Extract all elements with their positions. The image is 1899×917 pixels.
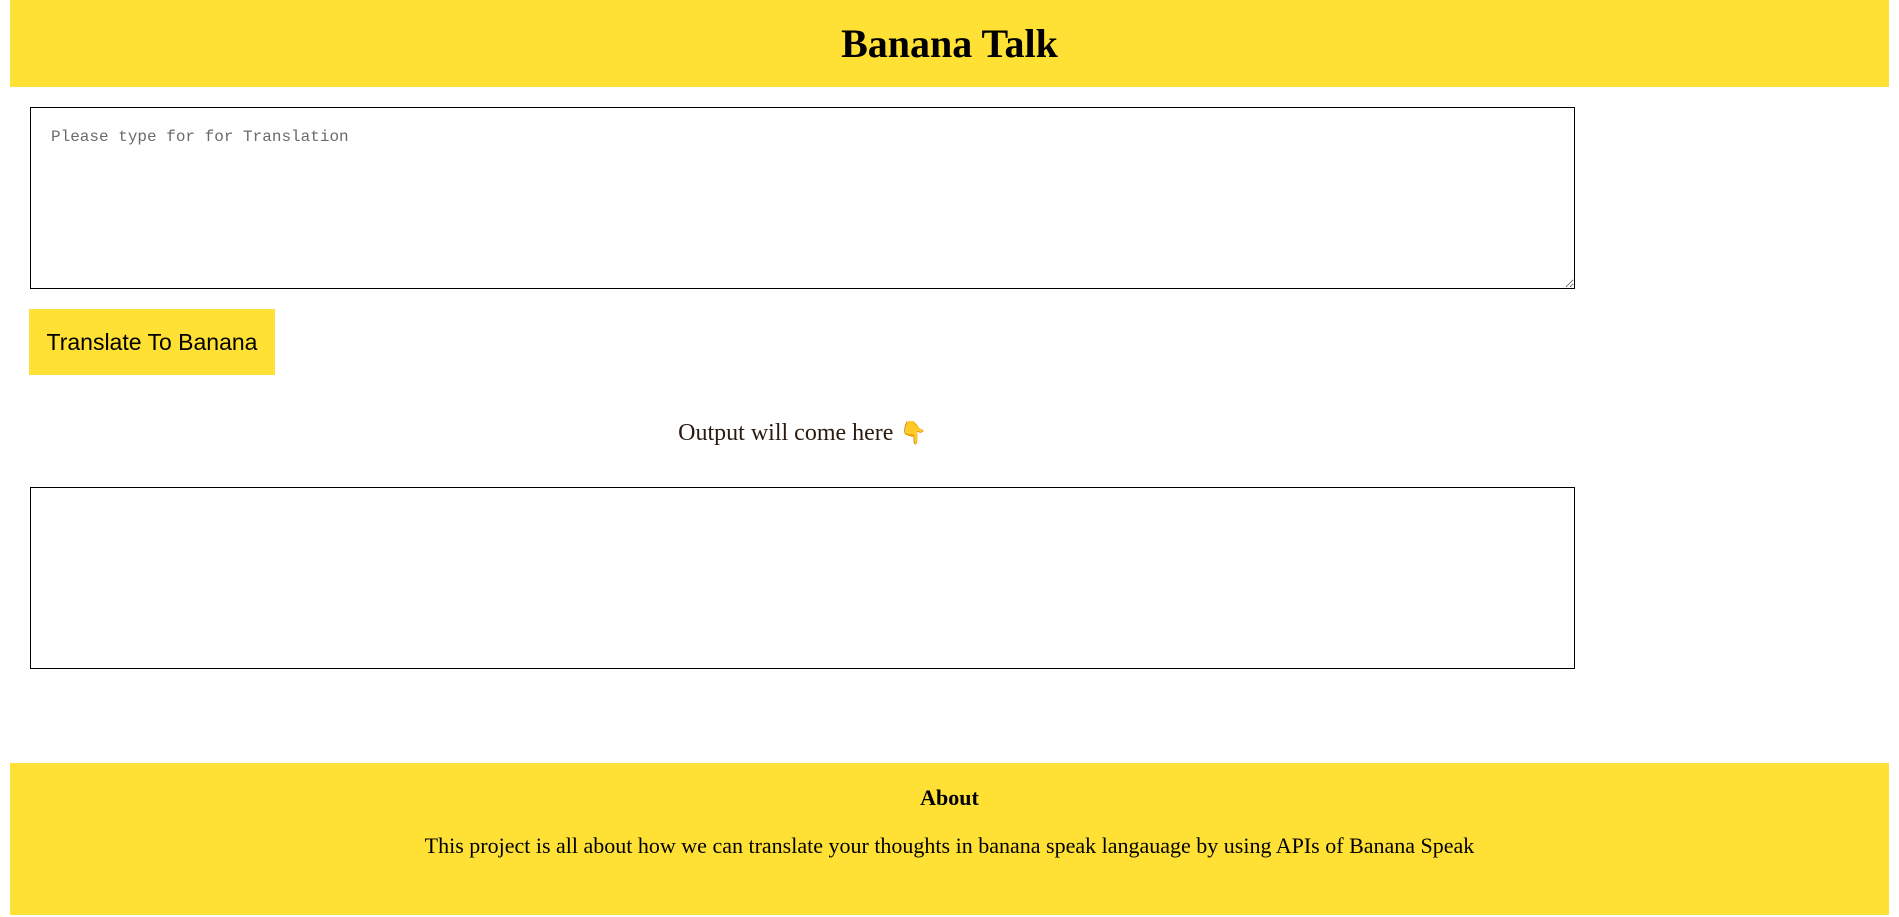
output-heading: Output will come here 👇 bbox=[30, 416, 1575, 451]
translation-output bbox=[30, 487, 1575, 669]
pointing-down-hand-icon: 👇 bbox=[899, 421, 927, 446]
page-header: Banana Talk bbox=[10, 0, 1889, 87]
translation-input[interactable] bbox=[30, 107, 1575, 289]
translate-button[interactable]: Translate To Banana bbox=[29, 309, 275, 375]
page-title: Banana Talk bbox=[841, 20, 1058, 66]
about-description: This project is all about how we can tra… bbox=[424, 833, 1475, 858]
output-label-text: Output will come here bbox=[678, 420, 894, 446]
page-footer: About This project is all about how we c… bbox=[10, 763, 1889, 915]
about-heading: About bbox=[920, 785, 979, 810]
